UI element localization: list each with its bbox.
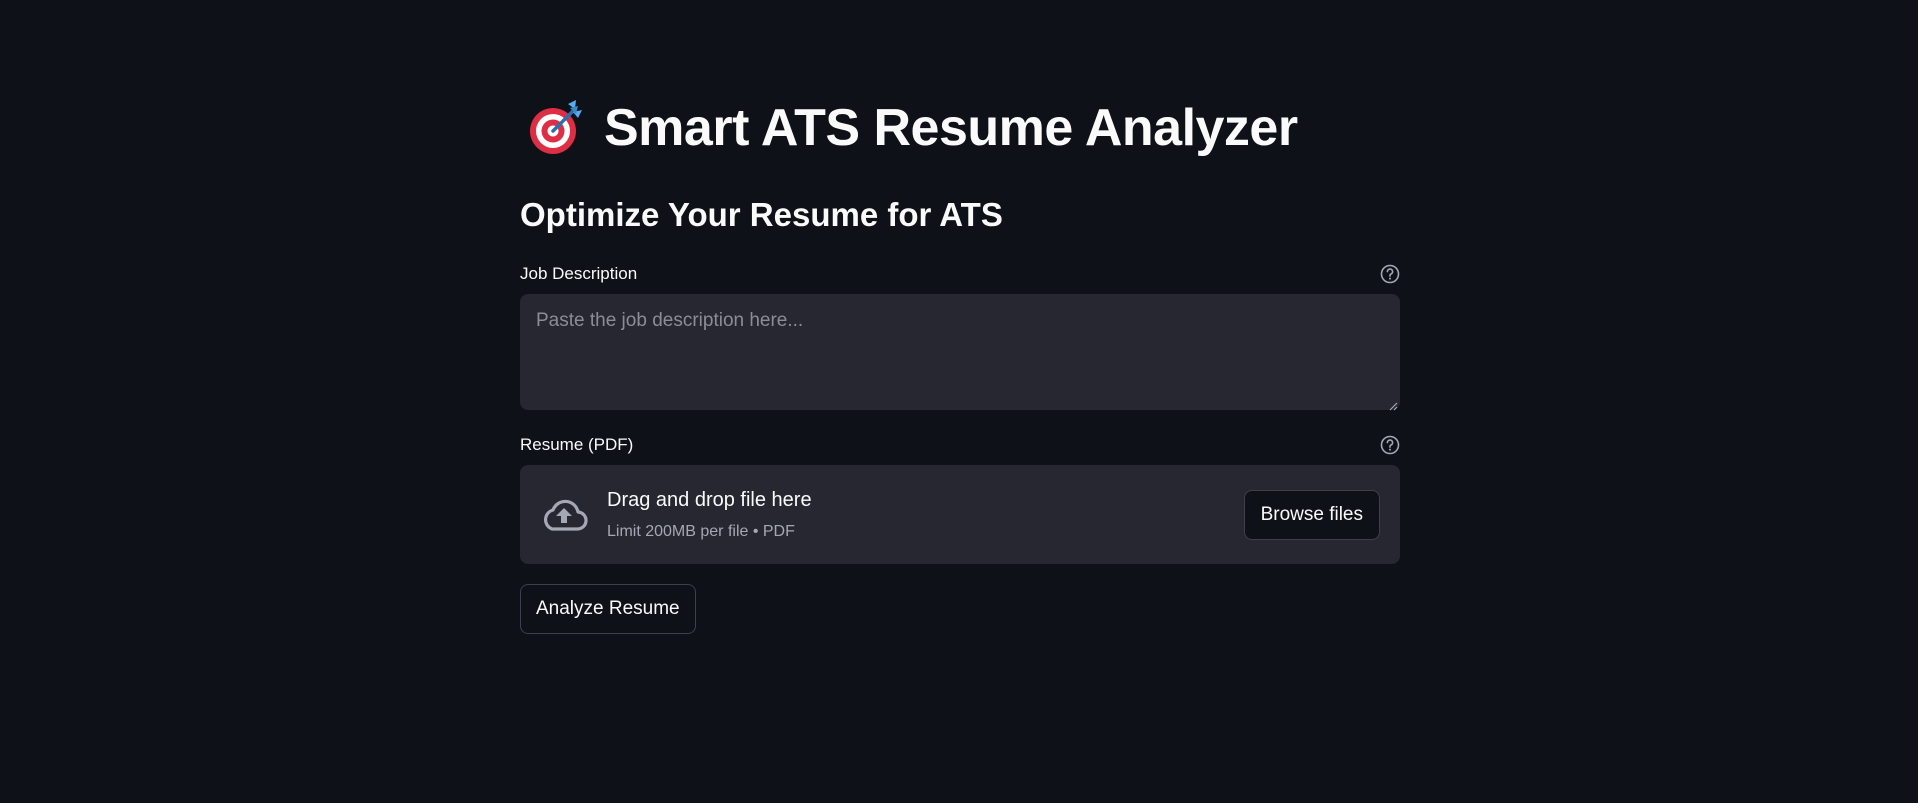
- cloud-upload-icon: [540, 495, 588, 535]
- help-circle-icon[interactable]: [1380, 435, 1400, 455]
- dropzone-title: Drag and drop file here: [607, 489, 812, 511]
- analyze-resume-button[interactable]: Analyze Resume: [520, 584, 696, 634]
- job-description-wrapper: [520, 294, 1400, 411]
- file-dropzone[interactable]: Drag and drop file here Limit 200MB per …: [520, 465, 1400, 564]
- dropzone-limit: Limit 200MB per file • PDF: [607, 523, 795, 540]
- page-title: Smart ATS Resume Analyzer: [604, 99, 1298, 157]
- job-description-input[interactable]: [520, 294, 1400, 410]
- page-subtitle: Optimize Your Resume for ATS: [520, 196, 1003, 233]
- resume-label: Resume (PDF): [520, 435, 634, 454]
- job-description-label: Job Description: [520, 264, 638, 283]
- help-circle-icon[interactable]: [1380, 264, 1400, 284]
- browse-files-button[interactable]: Browse files: [1243, 490, 1380, 540]
- target-dart-icon: [528, 100, 584, 156]
- resize-grip-icon[interactable]: [1388, 398, 1398, 411]
- page-header: Smart ATS Resume Analyzer: [528, 96, 1298, 160]
